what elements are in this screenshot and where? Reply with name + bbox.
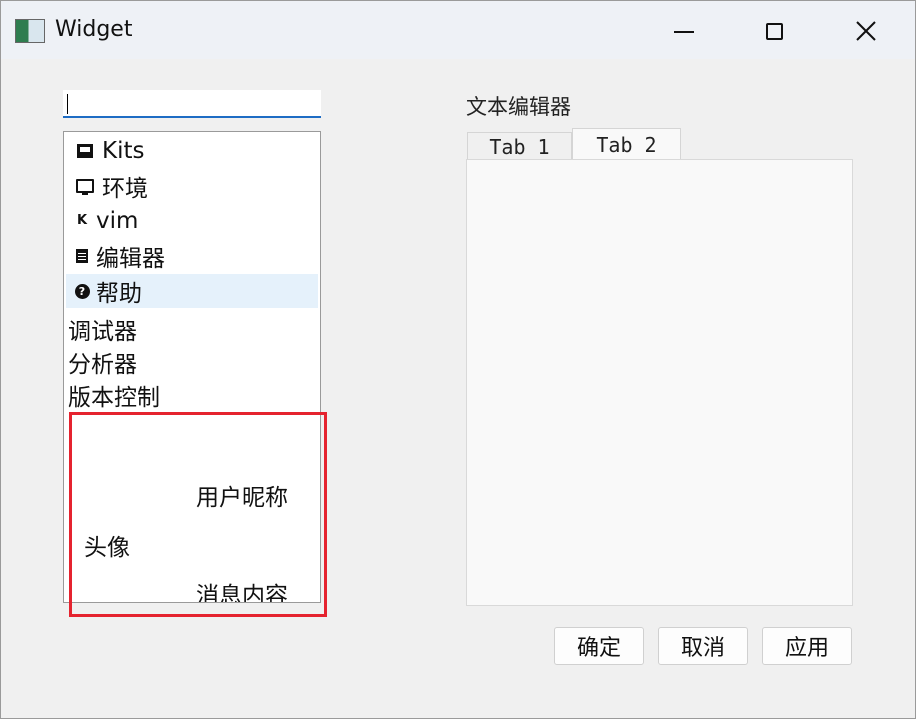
tree-item-label: 帮助 [96,281,142,307]
tab-1[interactable]: Tab 1 [467,132,572,160]
tab-content-pane [466,159,853,606]
minimize-icon [674,31,694,33]
vim-fake-icon: K [76,213,88,228]
search-input[interactable] [63,90,321,118]
main-window: Widget Kits 环境 K vim 编辑器 ? 帮助 调试器 分析器 版本… [0,0,916,719]
tab-2[interactable]: Tab 2 [572,128,681,160]
apply-button[interactable]: 应用 [762,627,852,665]
close-button[interactable] [821,9,911,53]
ok-button[interactable]: 确定 [554,627,644,665]
text-caret [67,94,68,114]
minimize-button[interactable] [639,9,729,53]
tree-item-editor[interactable]: 编辑器 [66,239,318,273]
tree-item-label: vim [96,208,139,234]
tree-item-help[interactable]: ? 帮助 [66,274,318,308]
list-item-analyzer[interactable]: 分析器 [68,345,137,379]
message-item-widget[interactable]: 用户昵称 头像 消息内容 [68,414,318,602]
maximize-button[interactable] [729,9,819,53]
help-icon: ? [74,283,90,299]
close-icon [856,21,876,41]
user-nickname: 用户昵称 [196,485,288,511]
title-bar[interactable]: Widget [1,1,915,59]
tree-item-label: 编辑器 [96,246,165,272]
tree-list[interactable]: Kits 环境 K vim 编辑器 ? 帮助 调试器 分析器 版本控制 用户昵称… [63,131,321,603]
tree-item-kits[interactable]: Kits [66,134,318,168]
maximize-icon [765,22,783,40]
list-item-version-control[interactable]: 版本控制 [68,378,160,412]
kits-icon [77,144,93,158]
tree-item-vim[interactable]: K vim [66,204,318,238]
window-title: Widget [55,17,133,42]
message-content: 消息内容 [196,583,288,602]
tree-item-label: Kits [102,138,145,164]
cancel-button[interactable]: 取消 [658,627,748,665]
monitor-icon [76,179,94,195]
tree-item-environment[interactable]: 环境 [66,169,318,203]
editor-icon [76,249,88,263]
text-editor-title: 文本编辑器 [466,95,571,119]
tree-item-label: 环境 [102,176,148,202]
list-item-debugger[interactable]: 调试器 [68,312,137,346]
app-window-icon [15,19,45,43]
avatar: 头像 [84,535,130,561]
